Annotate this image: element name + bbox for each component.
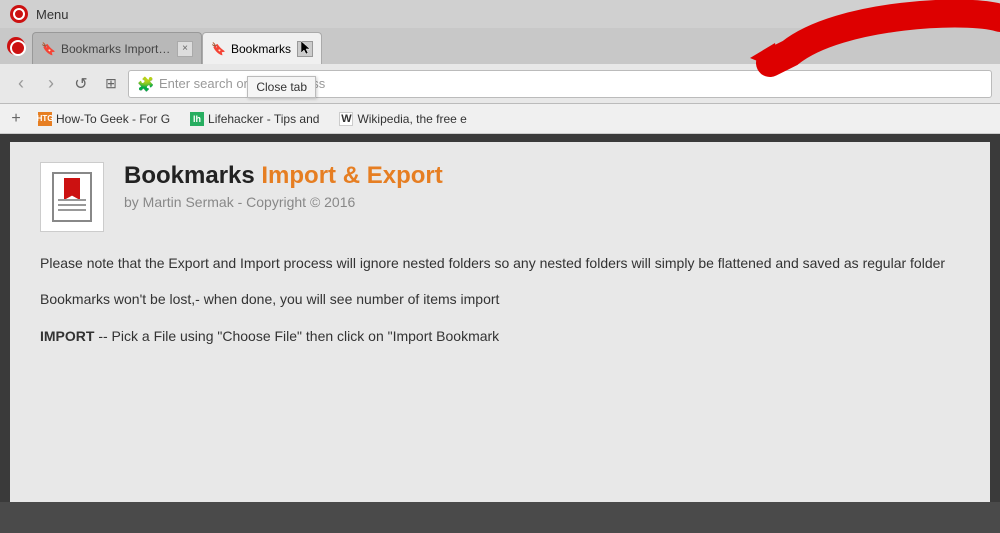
- extension-icon: 🧩: [137, 76, 153, 92]
- tab1-favicon-icon: 🔖: [41, 42, 55, 56]
- lh-favicon-icon: lh: [190, 112, 204, 126]
- page-content: Bookmarks Import & Export by Martin Serm…: [10, 142, 990, 502]
- icon-line-3: [58, 209, 86, 211]
- tab1-close-button[interactable]: ×: [177, 41, 193, 57]
- opera-circle-icon: [7, 37, 25, 55]
- tab2-favicon-icon: 🔖: [211, 42, 225, 56]
- page-subtitle: by Martin Sermak - Copyright © 2016: [124, 194, 960, 210]
- grid-button[interactable]: ⊞: [98, 71, 124, 97]
- bookmarks-app-icon: [40, 162, 104, 232]
- tab2-close-button[interactable]: × Close tab: [297, 41, 313, 57]
- tab1-label: Bookmarks Import & Expo: [61, 42, 171, 56]
- forward-button[interactable]: ›: [38, 71, 64, 97]
- tab-bar: 🔖 Bookmarks Import & Expo × 🔖 Bookmarks …: [0, 28, 1000, 64]
- page-header: Bookmarks Import & Export by Martin Serm…: [40, 162, 960, 232]
- htg-label: How-To Geek - For G: [56, 112, 170, 126]
- lh-label: Lifehacker - Tips and: [208, 112, 319, 126]
- body-para-2: Bookmarks won't be lost,- when done, you…: [40, 288, 960, 310]
- title-orange: Import & Export: [261, 162, 442, 189]
- wiki-label: Wikipedia, the free e: [357, 112, 466, 126]
- add-bookmark-button[interactable]: +: [6, 109, 26, 129]
- back-button[interactable]: ‹: [8, 71, 34, 97]
- title-bar: Menu: [0, 0, 1000, 28]
- icon-line-1: [58, 199, 86, 201]
- address-bar: ‹ › ↺ ⊞ 🧩 Enter search or web address: [0, 64, 1000, 104]
- icon-line-2: [58, 204, 86, 206]
- bookmarks-bar: + HTG How-To Geek - For G lh Lifehacker …: [0, 104, 1000, 134]
- body-para-3: IMPORT -- Pick a File using "Choose File…: [40, 325, 960, 347]
- bookmark-wikipedia[interactable]: W Wikipedia, the free e: [331, 108, 474, 130]
- page-main-title: Bookmarks Import & Export: [124, 162, 960, 190]
- tab-bookmarks[interactable]: 🔖 Bookmarks × Close tab: [202, 32, 322, 64]
- wiki-favicon-icon: W: [339, 112, 353, 126]
- tab2-label: Bookmarks: [231, 42, 291, 56]
- opera-tab-logo: [0, 28, 32, 64]
- htg-favicon-icon: HTG: [38, 112, 52, 126]
- page-wrapper: Bookmarks Import & Export by Martin Serm…: [0, 142, 1000, 502]
- bookmarks-icon-inner: [52, 172, 92, 222]
- body-para-1: Please note that the Export and Import p…: [40, 252, 960, 274]
- bookmark-lifehacker[interactable]: lh Lifehacker - Tips and: [182, 108, 327, 130]
- title-text-1: Bookmarks: [124, 162, 261, 189]
- menu-label[interactable]: Menu: [36, 7, 69, 22]
- page-title-block: Bookmarks Import & Export by Martin Serm…: [124, 162, 960, 210]
- icon-lines: [58, 196, 86, 214]
- import-text: -- Pick a File using "Choose File" then …: [94, 328, 499, 344]
- dark-strip: [0, 134, 1000, 142]
- close-tab-tooltip: Close tab: [247, 76, 316, 98]
- tab-bookmarks-import[interactable]: 🔖 Bookmarks Import & Expo ×: [32, 32, 202, 64]
- opera-logo-icon: [10, 5, 28, 23]
- reload-button[interactable]: ↺: [68, 71, 94, 97]
- bookmark-htg[interactable]: HTG How-To Geek - For G: [30, 108, 178, 130]
- import-label: IMPORT: [40, 328, 94, 344]
- close-x-icon: ×: [302, 43, 308, 54]
